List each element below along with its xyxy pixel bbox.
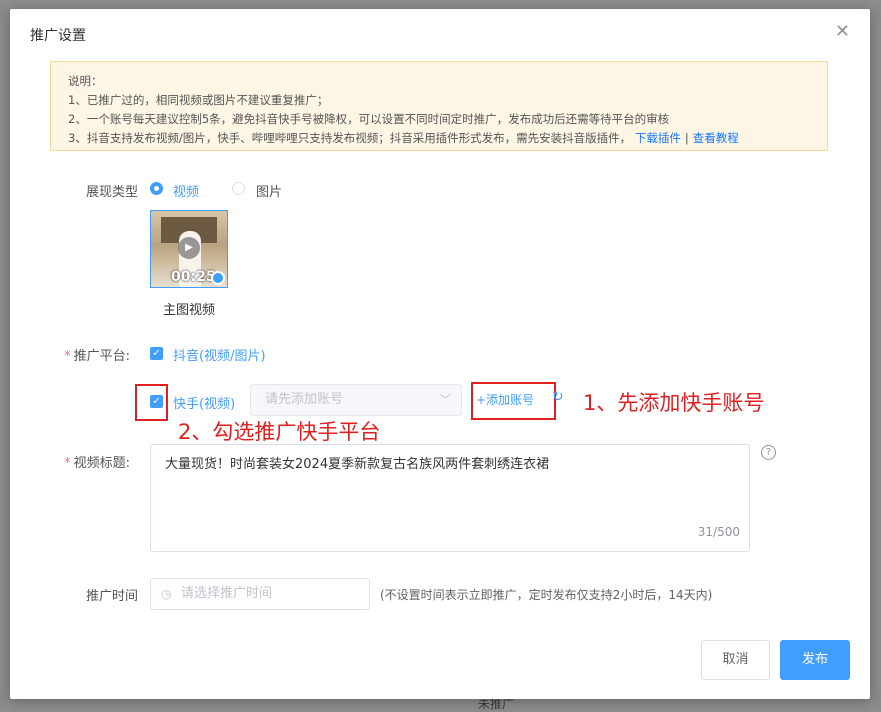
kuaishou-checkbox[interactable]: ✓ <box>150 395 163 408</box>
display-type-label: 展现类型 <box>85 185 138 200</box>
clock-icon: ◷ <box>161 587 172 601</box>
account-select-placeholder: 请先添加账号 <box>265 392 344 407</box>
kuaishou-label[interactable]: 快手(视频) <box>173 393 235 412</box>
platform-label: * 推广平台: <box>10 345 130 364</box>
annotation-step1: 1、先添加快手账号 <box>583 391 765 415</box>
video-title-label-text: 视频标题: <box>73 456 130 471</box>
notice-line-1: 1、已推广过的，相同视频或图片不建议重复推广； <box>68 93 329 107</box>
char-counter: 31/500 <box>697 525 740 539</box>
chevron-down-icon: ﹀ <box>438 393 451 407</box>
annotation-step2: 2、勾选推广快手平台 <box>178 420 381 444</box>
view-tutorial-link[interactable]: 查看教程 <box>693 131 739 145</box>
video-title-textarea[interactable]: 大量现货！时尚套装女2024夏季新款复古名族风两件套刺绣连衣裙 31/500 <box>150 444 750 552</box>
refresh-icon[interactable]: ↻ <box>552 389 564 405</box>
required-star: * <box>64 349 71 364</box>
radio-video-label[interactable]: 视频 <box>173 181 199 200</box>
notice-line-3: 3、抖音支持发布视频/图片，快手、哔哩哔哩只支持发布视频；抖音采用插件形式发布，… <box>68 129 827 148</box>
promo-time-hint: (不设置时间表示立即推广，定时发布仅支持2小时后，14天内) <box>380 588 713 602</box>
cancel-button[interactable]: 取消 <box>701 640 770 680</box>
account-select[interactable]: 请先添加账号 ﹀ <box>250 384 462 416</box>
selected-check-icon <box>211 271 225 285</box>
play-icon[interactable]: ▶ <box>178 237 200 259</box>
notice-line-2: 2、一个账号每天建议控制5条，避免抖音快手号被降权，可以设置不同时间定时推广，发… <box>68 112 670 126</box>
promo-time-label: 推广时间 <box>85 589 138 604</box>
notice-heading: 说明： <box>68 74 103 88</box>
video-title-label: * 视频标题: <box>10 452 130 471</box>
thumbnail-caption: 主图视频 <box>162 303 215 318</box>
close-icon[interactable]: ✕ <box>835 23 850 41</box>
publish-button[interactable]: 发布 <box>780 640 850 680</box>
promotion-settings-dialog: 推广设置 ✕ 说明： 1、已推广过的，相同视频或图片不建议重复推广； 2、一个账… <box>10 9 870 699</box>
required-star: * <box>64 456 71 471</box>
radio-video[interactable] <box>150 182 163 195</box>
link-separator: | <box>684 131 689 145</box>
promo-time-placeholder: 请选择推广时间 <box>181 586 273 601</box>
add-account-button[interactable]: +添加账号 <box>476 391 534 408</box>
radio-image[interactable] <box>232 182 245 195</box>
help-icon[interactable]: ? <box>761 445 776 460</box>
radio-image-label[interactable]: 图片 <box>256 181 282 200</box>
platform-label-text: 推广平台: <box>73 349 130 364</box>
douyin-label[interactable]: 抖音(视频/图片) <box>173 345 266 364</box>
notice-line-3-text: 3、抖音支持发布视频/图片，快手、哔哩哔哩只支持发布视频；抖音采用插件形式发布，… <box>68 131 632 145</box>
douyin-checkbox[interactable]: ✓ <box>150 347 163 360</box>
promo-time-picker[interactable]: ◷ 请选择推广时间 <box>150 578 370 610</box>
notice-box: 说明： 1、已推广过的，相同视频或图片不建议重复推广； 2、一个账号每天建议控制… <box>50 61 828 151</box>
video-thumbnail[interactable]: ▶ 00:25 <box>150 210 228 288</box>
download-plugin-link[interactable]: 下载插件 <box>635 131 681 145</box>
video-duration: 00:25 <box>171 269 216 285</box>
video-title-value: 大量现货！时尚套装女2024夏季新款复古名族风两件套刺绣连衣裙 <box>165 457 550 472</box>
dialog-title: 推广设置 <box>30 28 86 44</box>
